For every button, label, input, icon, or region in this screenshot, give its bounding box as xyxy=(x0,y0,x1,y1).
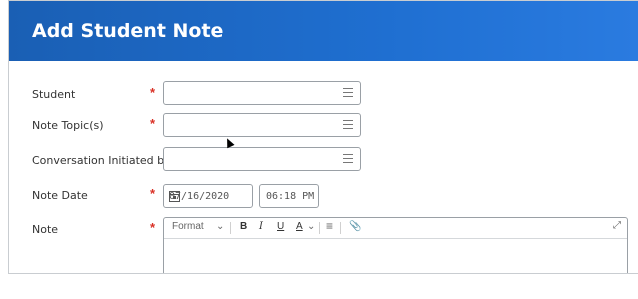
editor-toolbar: Format ⌄ B I U A ⌄ ≡ 📎 ⤢ xyxy=(164,218,627,239)
note-time-input[interactable]: 06:18 PM xyxy=(259,184,319,208)
time-value: 06:18 PM xyxy=(266,191,315,202)
required-marker: * xyxy=(150,220,156,235)
required-marker: * xyxy=(150,116,156,131)
toolbar-divider xyxy=(340,222,341,234)
font-color-button[interactable]: A xyxy=(296,221,303,232)
dialog-header: Add Student Note xyxy=(9,1,638,61)
conversation-initiated-by-field[interactable] xyxy=(163,147,361,171)
add-student-note-dialog: Add Student Note Student * Note Topic(s)… xyxy=(8,0,638,274)
bold-button[interactable]: B xyxy=(240,221,247,232)
note-topics-field[interactable] xyxy=(163,113,361,137)
student-label: Student xyxy=(32,88,76,101)
expand-icon[interactable]: ⤢ xyxy=(613,220,621,231)
student-field[interactable] xyxy=(163,81,361,105)
toolbar-divider xyxy=(230,222,231,234)
conversation-initiated-by-label: Conversation Initiated by xyxy=(32,154,171,167)
prompt-list-icon[interactable] xyxy=(343,154,353,164)
link-icon[interactable]: 📎 xyxy=(349,221,361,232)
required-marker: * xyxy=(150,186,156,201)
calendar-icon[interactable] xyxy=(169,191,180,202)
note-date-label: Note Date xyxy=(32,189,88,202)
bullet-list-icon[interactable]: ≡ xyxy=(326,219,333,233)
note-topics-label: Note Topic(s) xyxy=(32,119,104,132)
note-date-input[interactable]: 07/16/2020 xyxy=(163,184,253,208)
format-dropdown[interactable]: Format xyxy=(172,221,204,232)
required-marker: * xyxy=(150,85,156,100)
note-rich-text-editor[interactable]: Format ⌄ B I U A ⌄ ≡ 📎 ⤢ xyxy=(163,217,628,273)
underline-button[interactable]: U xyxy=(277,221,284,232)
toolbar-divider xyxy=(319,222,320,234)
dialog-title: Add Student Note xyxy=(32,20,224,42)
prompt-list-icon[interactable] xyxy=(343,88,353,98)
prompt-list-icon[interactable] xyxy=(343,120,353,130)
chevron-down-icon[interactable]: ⌄ xyxy=(216,221,224,232)
chevron-down-icon[interactable]: ⌄ xyxy=(307,221,315,232)
italic-button[interactable]: I xyxy=(259,221,263,232)
note-label: Note xyxy=(32,223,59,236)
